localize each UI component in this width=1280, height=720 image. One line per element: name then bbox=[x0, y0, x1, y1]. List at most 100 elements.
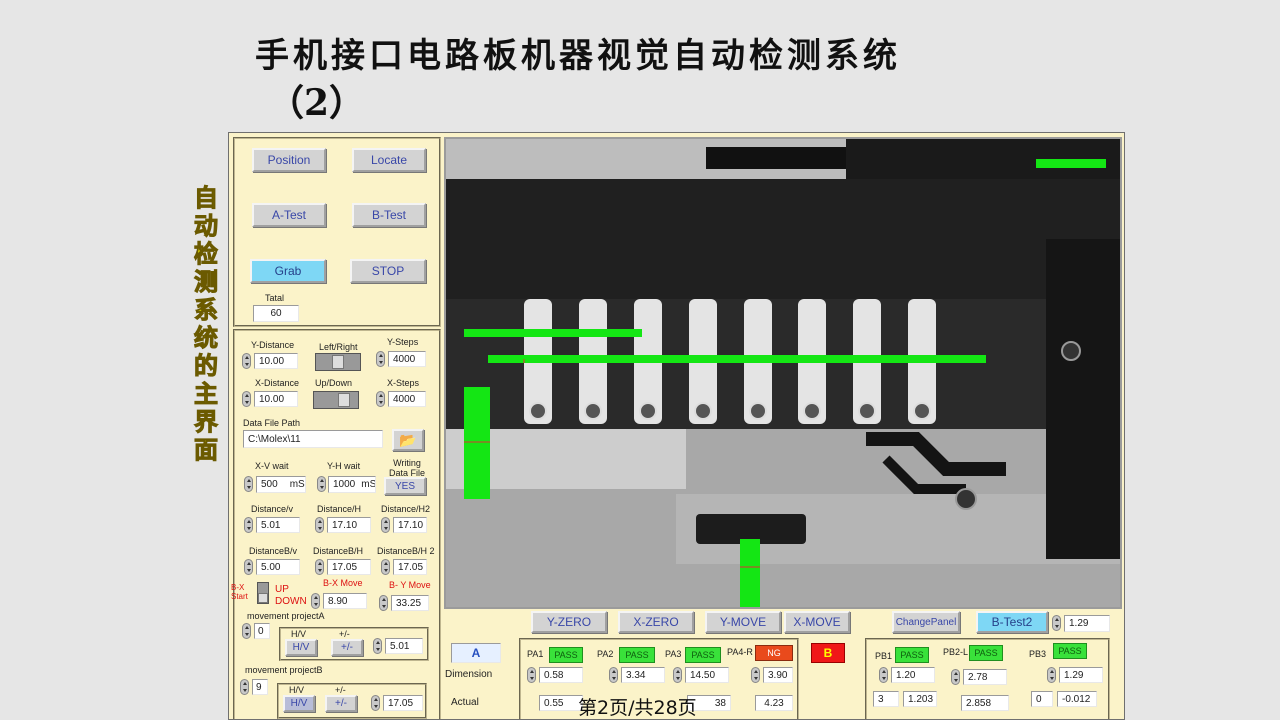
project-a-pm-button[interactable]: +/- bbox=[331, 639, 363, 656]
x-steps-field[interactable]: 4000 bbox=[388, 391, 426, 407]
pb1-dim-field[interactable]: 1.20 bbox=[891, 667, 935, 683]
grab-button[interactable]: Grab bbox=[250, 259, 326, 283]
pa4r-actual-field[interactable]: 4.23 bbox=[755, 695, 793, 711]
stop-button[interactable]: STOP bbox=[350, 259, 426, 283]
b-test2-field[interactable]: 1.29 bbox=[1064, 615, 1110, 632]
distanceb-h-spinner[interactable] bbox=[315, 559, 324, 575]
bx-move-spinner[interactable] bbox=[311, 593, 320, 609]
slide-subtitle: （2） bbox=[268, 82, 366, 124]
pb2l-actual-field[interactable]: 2.858 bbox=[961, 695, 1009, 711]
distanceb-v-field[interactable]: 5.00 bbox=[256, 559, 300, 575]
project-a-hv-label: H/V bbox=[291, 629, 307, 639]
y-distance-field[interactable]: 10.00 bbox=[254, 353, 298, 369]
yh-wait-unit: mS bbox=[361, 479, 376, 490]
yh-wait-spinner[interactable] bbox=[317, 476, 326, 492]
pa3-spinner[interactable] bbox=[673, 667, 682, 683]
pa1-actual-field[interactable]: 0.55 bbox=[539, 695, 583, 711]
caption-char: 测 bbox=[194, 267, 219, 296]
pb1-status: PASS bbox=[895, 647, 929, 663]
caption-char: 界 bbox=[194, 407, 219, 436]
yh-wait-field[interactable]: 1000 mS bbox=[328, 476, 376, 493]
y-steps-label: Y-Steps bbox=[387, 337, 419, 347]
project-b-pm-button[interactable]: +/- bbox=[325, 695, 357, 712]
caption-char: 系 bbox=[194, 295, 219, 324]
pa4r-dim-field[interactable]: 3.90 bbox=[763, 667, 793, 683]
pa2-spinner[interactable] bbox=[609, 667, 618, 683]
y-zero-button[interactable]: Y-ZERO bbox=[531, 611, 607, 633]
caption-char: 统 bbox=[194, 323, 219, 352]
left-right-toggle[interactable] bbox=[315, 353, 361, 371]
y-distance-spinner[interactable] bbox=[242, 353, 251, 369]
distance-h2-field[interactable]: 17.10 bbox=[393, 517, 427, 533]
pb3-spinner[interactable] bbox=[1047, 667, 1056, 683]
data-file-path-field[interactable]: C:\Molex\11 bbox=[243, 430, 383, 448]
project-b-field[interactable]: 9 bbox=[252, 679, 268, 695]
up-down-toggle[interactable] bbox=[313, 391, 359, 409]
distance-v-spinner[interactable] bbox=[244, 517, 253, 533]
y-steps-spinner[interactable] bbox=[376, 351, 385, 367]
caption-char: 主 bbox=[194, 379, 219, 408]
xv-wait-value: 500 bbox=[261, 479, 278, 490]
by-move-spinner[interactable] bbox=[379, 595, 388, 611]
project-a-spinner[interactable] bbox=[242, 623, 251, 639]
pa1-spinner[interactable] bbox=[527, 667, 536, 683]
project-b-result-field[interactable]: 17.05 bbox=[383, 695, 423, 711]
pb1-actual-field[interactable]: 1.203 bbox=[903, 691, 937, 707]
distance-h-field[interactable]: 17.10 bbox=[327, 517, 371, 533]
pa1-dim-field[interactable]: 0.58 bbox=[539, 667, 583, 683]
x-distance-field[interactable]: 10.00 bbox=[254, 391, 298, 407]
b-test-button[interactable]: B-Test bbox=[352, 203, 426, 227]
xv-wait-spinner[interactable] bbox=[244, 476, 253, 492]
pb1-step-field[interactable]: 3 bbox=[873, 691, 899, 707]
folder-open-icon[interactable]: 📂 bbox=[392, 429, 424, 451]
pb2l-dim-field[interactable]: 2.78 bbox=[963, 669, 1007, 685]
tatal-field[interactable]: 60 bbox=[253, 305, 299, 322]
distanceb-h-field[interactable]: 17.05 bbox=[327, 559, 371, 575]
project-b-spinner[interactable] bbox=[240, 679, 249, 695]
pa2-dim-field[interactable]: 3.34 bbox=[621, 667, 665, 683]
by-move-field[interactable]: 33.25 bbox=[391, 595, 429, 611]
camera-image[interactable] bbox=[446, 139, 1120, 607]
x-steps-spinner[interactable] bbox=[376, 391, 385, 407]
y-steps-field[interactable]: 4000 bbox=[388, 351, 426, 367]
x-zero-button[interactable]: X-ZERO bbox=[618, 611, 694, 633]
pb3-step-field[interactable]: 0 bbox=[1031, 691, 1053, 707]
project-b-hv-label: H/V bbox=[289, 685, 305, 695]
pb2l-spinner[interactable] bbox=[951, 669, 960, 685]
pa4r-spinner[interactable] bbox=[751, 667, 760, 683]
change-panel-button[interactable]: ChangePanel bbox=[892, 611, 960, 633]
pb3-actual-field[interactable]: -0.012 bbox=[1057, 691, 1097, 707]
b-test2-spinner[interactable] bbox=[1052, 615, 1061, 631]
pb1-spinner[interactable] bbox=[879, 667, 888, 683]
b-test2-button[interactable]: B-Test2 bbox=[976, 611, 1048, 633]
locate-button[interactable]: Locate bbox=[352, 148, 426, 172]
writing-data-file-toggle[interactable]: YES bbox=[384, 477, 426, 495]
project-b-hv-button[interactable]: H/V bbox=[283, 695, 315, 712]
xv-wait-label: X-V wait bbox=[255, 461, 289, 471]
pb3-status: PASS bbox=[1053, 643, 1087, 659]
distanceb-v-spinner[interactable] bbox=[244, 559, 253, 575]
pa1-label: PA1 bbox=[527, 649, 544, 659]
xv-wait-field[interactable]: 500 mS bbox=[256, 476, 306, 493]
pb3-dim-field[interactable]: 1.29 bbox=[1059, 667, 1103, 683]
pb2l-status: PASS bbox=[969, 645, 1003, 661]
actual-label: Actual bbox=[451, 697, 479, 708]
distanceb-h2-field[interactable]: 17.05 bbox=[393, 559, 427, 575]
project-b-result-spinner[interactable] bbox=[371, 695, 380, 711]
distanceb-h2-spinner[interactable] bbox=[381, 559, 390, 575]
project-a-field[interactable]: 0 bbox=[254, 623, 270, 639]
project-a-result-spinner[interactable] bbox=[373, 638, 382, 654]
distance-h2-spinner[interactable] bbox=[381, 517, 390, 533]
position-button[interactable]: Position bbox=[252, 148, 326, 172]
project-a-hv-button[interactable]: H/V bbox=[285, 639, 317, 656]
bx-move-field[interactable]: 8.90 bbox=[323, 593, 367, 609]
a-test-button[interactable]: A-Test bbox=[252, 203, 326, 227]
distance-h-spinner[interactable] bbox=[315, 517, 324, 533]
bx-start-toggle[interactable] bbox=[257, 582, 269, 604]
x-move-button[interactable]: X-MOVE bbox=[784, 611, 850, 633]
x-distance-spinner[interactable] bbox=[242, 391, 251, 407]
distance-v-field[interactable]: 5.01 bbox=[256, 517, 300, 533]
y-move-button[interactable]: Y-MOVE bbox=[705, 611, 781, 633]
pa3-dim-field[interactable]: 14.50 bbox=[685, 667, 729, 683]
project-a-result-field[interactable]: 5.01 bbox=[385, 638, 423, 654]
